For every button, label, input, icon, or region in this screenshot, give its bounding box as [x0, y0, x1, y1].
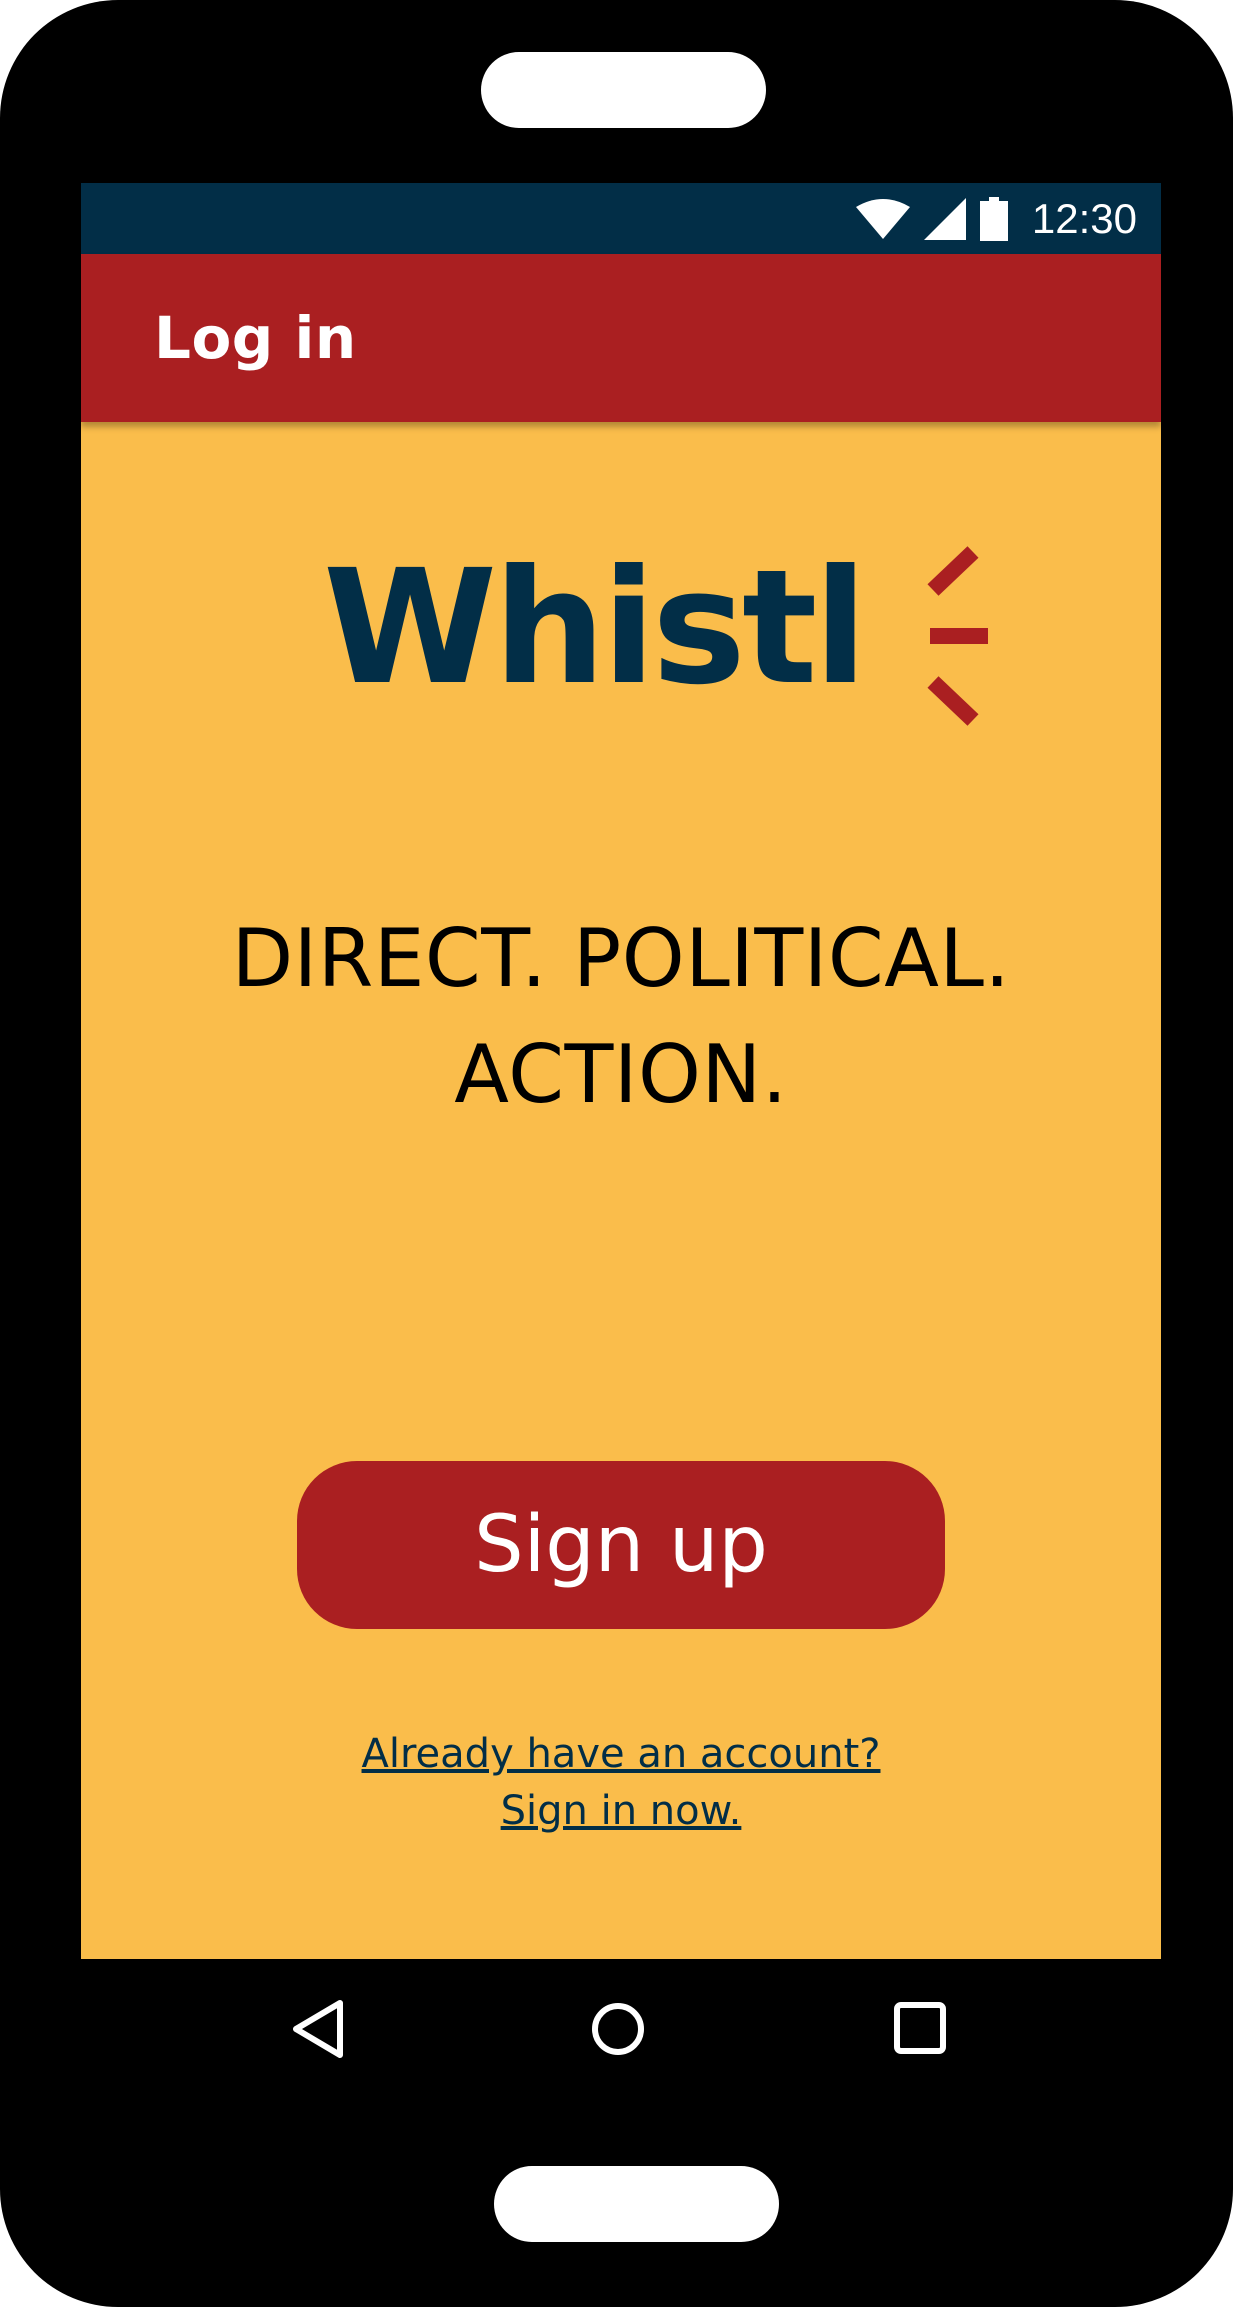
home-icon[interactable] — [587, 1998, 649, 2060]
tagline: DIRECT. POLITICAL. ACTION. — [81, 901, 1161, 1133]
status-bar: 12:30 — [81, 183, 1161, 254]
earpiece-speaker — [481, 52, 766, 128]
sign-in-link[interactable]: Already have an account? Sign in now. — [81, 1726, 1161, 1840]
sign-up-button[interactable]: Sign up — [297, 1461, 945, 1629]
app-bar: Log in — [81, 254, 1161, 422]
screen: 12:30 Log in Whistl DIRECT. POLITICAL. A… — [81, 183, 1161, 1959]
cellular-signal-icon — [923, 197, 966, 240]
recents-icon[interactable] — [890, 1998, 952, 2060]
home-indicator-pill — [494, 2166, 779, 2242]
tagline-line-1: DIRECT. POLITICAL. — [231, 912, 1011, 1005]
status-icons: 12:30 — [855, 183, 1137, 254]
battery-icon — [979, 196, 1008, 241]
sign-in-link-line-1[interactable]: Already have an account? — [81, 1726, 1161, 1783]
phone-frame: 12:30 Log in Whistl DIRECT. POLITICAL. A… — [0, 0, 1233, 2307]
logo-wordmark: Whistl — [323, 536, 868, 720]
whistl-logo: Whistl — [323, 536, 1028, 726]
wifi-icon — [855, 198, 910, 239]
whistle-burst-icon — [927, 546, 988, 726]
back-icon[interactable] — [288, 1998, 350, 2060]
status-time: 12:30 — [1031, 194, 1137, 242]
tagline-line-2: ACTION. — [454, 1028, 788, 1121]
sign-in-link-line-2[interactable]: Sign in now. — [81, 1783, 1161, 1840]
page-title: Log in — [154, 304, 357, 372]
